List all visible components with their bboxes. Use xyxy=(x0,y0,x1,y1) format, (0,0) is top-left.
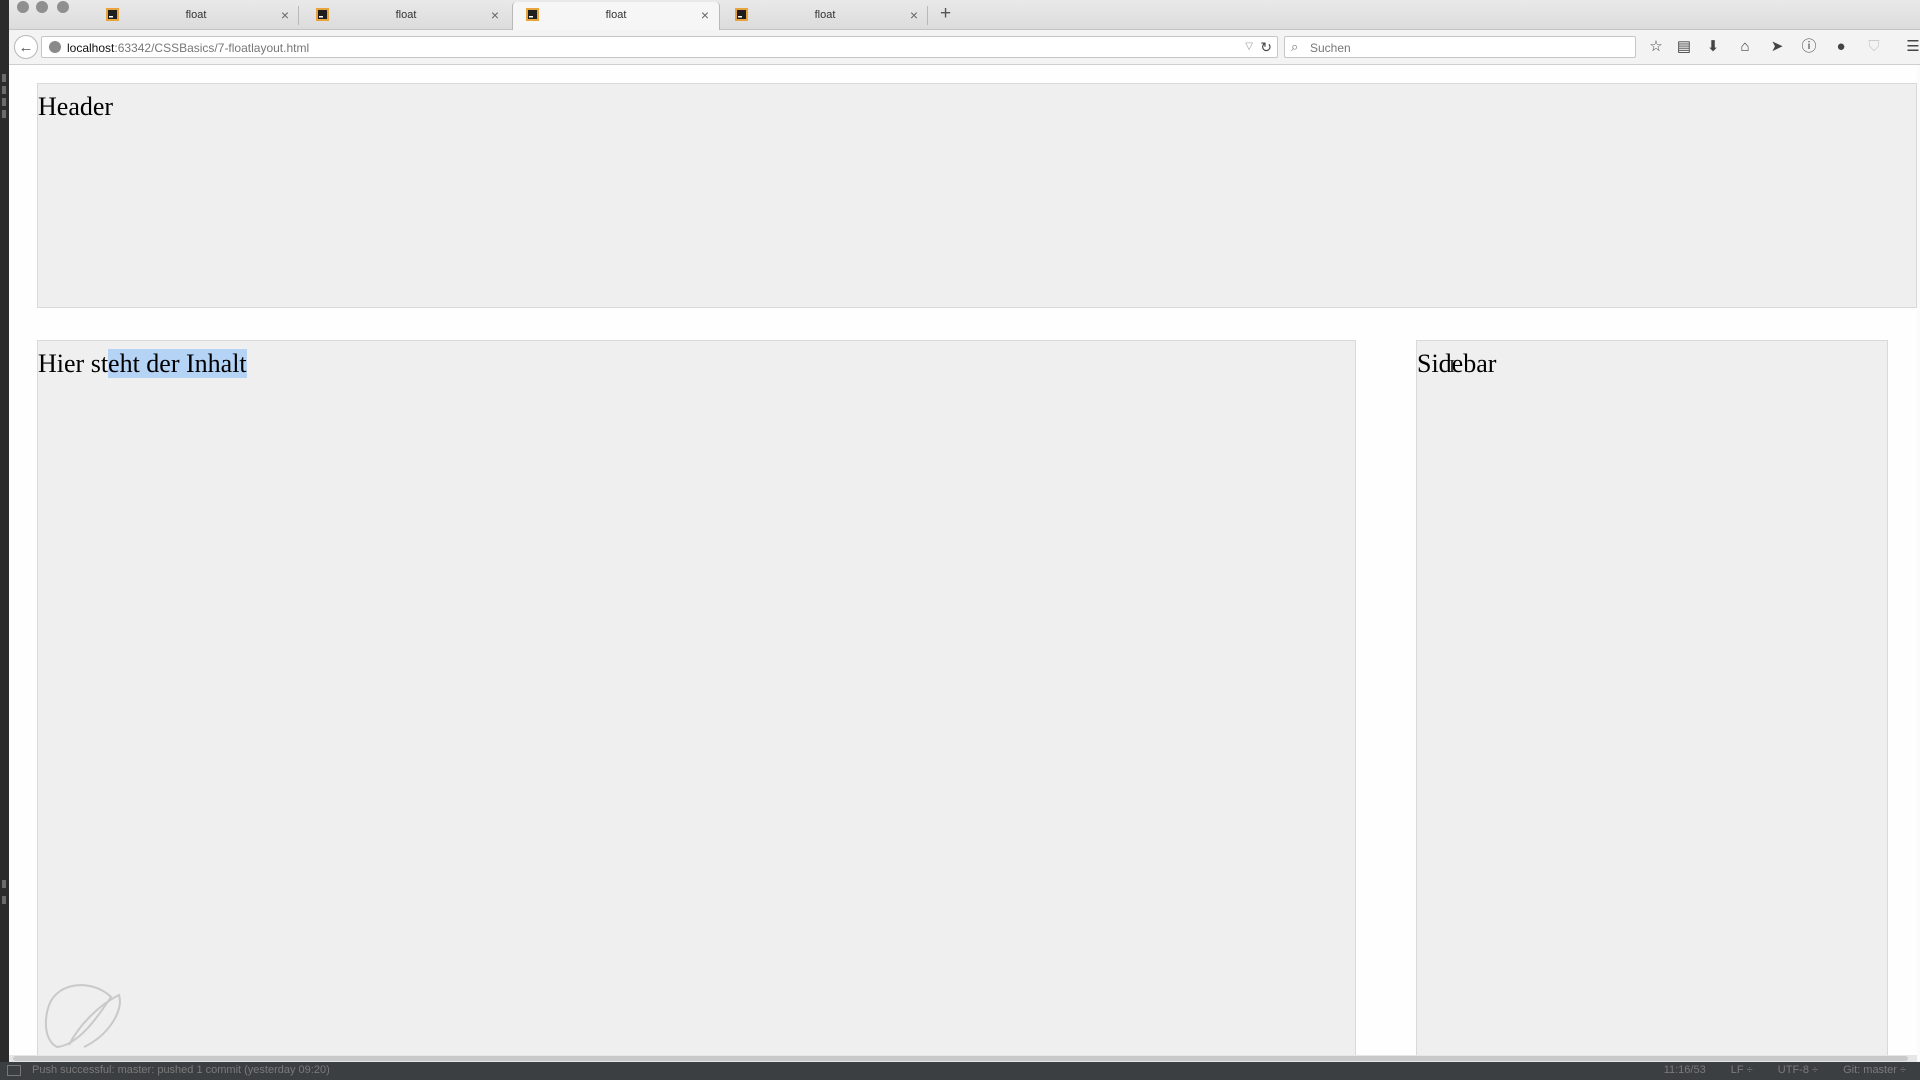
content-text-unselected: Hier st xyxy=(38,349,109,378)
status-message: Push successful: master: pushed 1 commit… xyxy=(32,1064,330,1076)
search-icon: ⌕ xyxy=(1291,39,1299,54)
tab-title: float xyxy=(395,9,417,21)
status-line-ending[interactable]: LF ÷ xyxy=(1731,1064,1753,1076)
ide-left-gutter xyxy=(0,0,9,1080)
back-button[interactable]: ← xyxy=(14,35,38,59)
status-window-icon[interactable] xyxy=(7,1065,21,1076)
home-icon[interactable]: ⌂ xyxy=(1735,37,1755,57)
url-path: :63342/CSSBasics/7-floatlayout.html xyxy=(114,41,310,55)
status-right-items: 11:16/53 LF ÷ UTF-8 ÷ Git: master ÷ xyxy=(1642,1064,1906,1076)
content-text-selected: eht der Inhalt xyxy=(108,349,247,378)
search-input[interactable]: ⌕ Suchen xyxy=(1284,36,1636,58)
close-window-button[interactable] xyxy=(17,1,29,13)
tab-title: float xyxy=(814,9,836,21)
browser-window: float × float × float × float × + ← loca… xyxy=(9,0,1920,1062)
send-icon[interactable]: ➤ xyxy=(1767,37,1787,57)
status-git-branch[interactable]: Git: master ÷ xyxy=(1843,1064,1906,1076)
sidebar-text: Sidebar xyxy=(1417,349,1497,378)
ide-status-bar: Push successful: master: pushed 1 commit… xyxy=(0,1062,1920,1080)
butterfly-logo xyxy=(44,984,121,1049)
url-host: localhost xyxy=(67,41,115,55)
search-placeholder: Suchen xyxy=(1310,41,1351,55)
menu-icon[interactable]: ☰ xyxy=(1903,37,1920,57)
tab-float-4[interactable]: float × xyxy=(722,2,928,29)
tab-float-3-active[interactable]: float × xyxy=(512,2,720,30)
sidebar-box: Sidebar xyxy=(1416,340,1888,1058)
zoom-window-button[interactable] xyxy=(57,1,69,13)
close-icon[interactable]: × xyxy=(910,7,918,23)
status-encoding[interactable]: UTF-8 ÷ xyxy=(1778,1064,1818,1076)
download-icon[interactable]: ⬇ xyxy=(1703,37,1723,57)
tab-strip: float × float × float × float × + xyxy=(9,0,1920,30)
text-cursor-icon: I xyxy=(1449,356,1455,376)
tab-float-2[interactable]: float × xyxy=(303,2,509,29)
header-box: Header xyxy=(37,83,1917,308)
content-box: Hier steht der Inhalt xyxy=(37,340,1356,1058)
page-viewport: Header Hier steht der Inhalt Sidebar I xyxy=(9,65,1917,1058)
url-bar[interactable]: localhost:63342/CSSBasics/7-floatlayout.… xyxy=(41,36,1278,58)
reading-list-icon[interactable]: ▤ xyxy=(1674,37,1694,57)
close-icon[interactable]: × xyxy=(491,7,499,23)
status-line-col[interactable]: 11:16/53 xyxy=(1664,1064,1706,1076)
close-icon[interactable]: × xyxy=(281,7,289,23)
minimize-window-button[interactable] xyxy=(36,1,48,13)
url-text[interactable]: localhost:63342/CSSBasics/7-floatlayout.… xyxy=(67,41,309,55)
close-icon[interactable]: × xyxy=(701,7,709,23)
scrollbar-thumb[interactable] xyxy=(13,1056,1908,1061)
navigation-bar: ← localhost:63342/CSSBasics/7-floatlayou… xyxy=(9,30,1920,65)
tab-title: float xyxy=(605,9,627,21)
bookmark-star-icon[interactable]: ☆ xyxy=(1646,37,1666,57)
header-text: Header xyxy=(38,92,114,121)
history-dropdown-icon[interactable]: ▽ xyxy=(1245,41,1253,52)
shield-icon[interactable]: ⛉ xyxy=(1864,37,1884,57)
new-tab-button[interactable]: + xyxy=(940,3,951,25)
reload-button[interactable]: ↻ xyxy=(1260,39,1272,56)
horizontal-scrollbar[interactable] xyxy=(9,1055,1917,1062)
chat-icon[interactable]: ● xyxy=(1831,37,1851,57)
tab-title: float xyxy=(185,9,207,21)
tab-float-1[interactable]: float × xyxy=(93,2,299,29)
content-text: Hier steht der Inhalt xyxy=(38,349,247,379)
info-icon[interactable]: ⓘ xyxy=(1799,37,1819,57)
globe-icon xyxy=(49,41,61,53)
